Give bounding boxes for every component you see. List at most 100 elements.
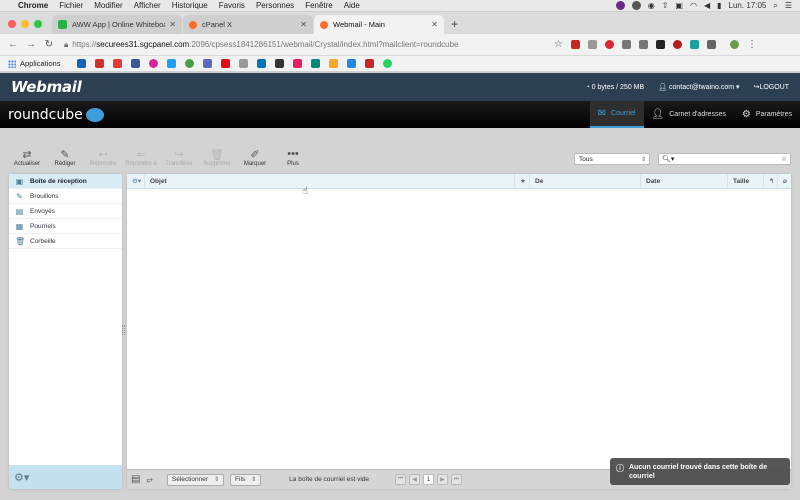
folder-trash[interactable]: 🗑︎ Corbeille	[9, 234, 122, 249]
threads-menu-button[interactable]: Fils ⇕	[230, 473, 262, 486]
extension-icon[interactable]	[621, 40, 631, 49]
clear-search-icon[interactable]: ⊗	[781, 155, 787, 163]
minimize-window-button[interactable]	[21, 20, 29, 28]
tray-app-icon[interactable]	[631, 1, 641, 10]
nav-parametres[interactable]: ⚙ Paramètres	[734, 101, 800, 128]
back-arrow-icon[interactable]: ←	[6, 39, 20, 50]
pinterest-icon[interactable]	[604, 40, 614, 49]
twitter-icon[interactable]	[167, 59, 177, 68]
bookmark-icon[interactable]	[329, 59, 339, 68]
extension-icon[interactable]	[672, 40, 682, 49]
menu-afficher[interactable]: Afficher	[134, 1, 161, 10]
bookmark-icon[interactable]	[185, 59, 195, 68]
clock-text[interactable]: Lun. 17:05	[729, 1, 767, 10]
attachment-icon[interactable]: ⌀	[778, 174, 791, 189]
translate-icon[interactable]	[203, 59, 213, 68]
more-button[interactable]: ••• Plus	[274, 148, 312, 172]
notification-toast[interactable]: ⓘ Aucun courriel trouvé dans cette boîte…	[610, 458, 790, 485]
address-bar[interactable]: 🔒︎ https://securees31.sgcpanel.com:2096/…	[60, 37, 554, 53]
youtube-icon[interactable]	[113, 59, 123, 68]
tray-app-icon[interactable]	[615, 1, 625, 10]
roundcube-logo[interactable]: roundcube	[8, 107, 104, 123]
column-size[interactable]: Taille	[728, 173, 764, 189]
menu-personnes[interactable]: Personnes	[256, 1, 294, 10]
flag-icon[interactable]: ▮	[717, 1, 721, 10]
folder-drafts[interactable]: ✎ Brouillons	[9, 189, 122, 204]
profile-avatar-icon[interactable]	[729, 40, 739, 49]
bookmark-icon[interactable]	[239, 59, 249, 68]
page-number-input[interactable]: 1	[423, 474, 435, 485]
reply-all-button[interactable]: ⇐ Répondre à	[122, 148, 160, 172]
tab-close-icon[interactable]: ✕	[431, 20, 438, 29]
refresh-button[interactable]: ⇄ Actualiser	[8, 148, 46, 172]
wifi-icon[interactable]: ◠	[690, 1, 697, 10]
tab-close-icon[interactable]: ✕	[300, 20, 307, 29]
list-options-gear-icon[interactable]: ⚙▾	[127, 173, 145, 189]
first-page-icon[interactable]: ⏮	[395, 474, 407, 485]
gear-icon[interactable]: ⚙▾	[14, 471, 29, 484]
extension-icon[interactable]	[638, 40, 648, 49]
reply-button[interactable]: ↩ Répondre	[84, 148, 122, 172]
facebook-icon[interactable]	[131, 59, 141, 68]
tab-close-icon[interactable]: ✕	[169, 20, 176, 29]
list-view-icon[interactable]: ▤	[131, 474, 140, 485]
zoom-window-button[interactable]	[34, 20, 42, 28]
new-tab-button[interactable]: +	[445, 17, 466, 34]
slack-icon[interactable]	[293, 59, 303, 68]
extension-icon[interactable]	[689, 40, 699, 49]
folder-junk[interactable]: ▦ Pourriels	[9, 219, 122, 234]
delete-button[interactable]: 🗑︎ Supprimer	[198, 148, 236, 172]
last-page-icon[interactable]: ⏭	[451, 474, 463, 485]
column-date[interactable]: Date	[641, 173, 728, 189]
forward-arrow-icon[interactable]: →	[24, 39, 38, 50]
bookmark-icon[interactable]	[365, 59, 375, 68]
volume-icon[interactable]: ◀	[704, 1, 710, 10]
webmail-logo[interactable]: Webmail	[11, 78, 82, 96]
menu-fichier[interactable]: Fichier	[59, 1, 83, 10]
column-subject[interactable]: Objet	[145, 173, 515, 189]
mark-button[interactable]: ✐ Marquer	[236, 148, 274, 172]
whatsapp-icon[interactable]	[383, 59, 393, 68]
pane-resize-handle[interactable]	[122, 325, 125, 335]
extension-icon[interactable]	[570, 40, 580, 49]
thread-icon[interactable]: ⥂	[146, 475, 152, 485]
menu-fenetre[interactable]: Fenêtre	[305, 1, 333, 10]
search-icon[interactable]: ⌕	[773, 1, 777, 11]
folder-sent[interactable]: ▤ Envoyés	[9, 204, 122, 219]
menu-historique[interactable]: Historique	[172, 1, 208, 10]
apps-shortcut[interactable]: Applications	[8, 59, 60, 68]
linkedin-icon[interactable]	[257, 59, 267, 68]
next-page-icon[interactable]: ▶	[437, 474, 449, 485]
tab-aww-app[interactable]: AWW App | Online Whiteboard ✕	[52, 15, 182, 34]
more-menu-icon[interactable]: ⋮	[747, 39, 757, 50]
mail-search-input[interactable]: 🔍︎▾ ⊗	[658, 153, 791, 165]
extension-icon[interactable]	[706, 40, 716, 49]
close-window-button[interactable]	[8, 20, 16, 28]
list-icon[interactable]: ☰	[785, 1, 792, 10]
lock-icon[interactable]: 🔒︎	[64, 40, 68, 50]
tab-cpanel[interactable]: cPanel X ✕	[183, 15, 313, 34]
reply-status-icon[interactable]: ↰	[764, 173, 778, 189]
upload-icon[interactable]: ⇧	[662, 1, 669, 10]
bookmark-icon[interactable]	[347, 59, 357, 68]
bookmark-icon[interactable]	[311, 59, 321, 68]
flag-star-icon[interactable]: ★	[515, 173, 530, 189]
column-from[interactable]: De	[530, 173, 641, 189]
bookmark-icon[interactable]	[77, 59, 87, 68]
bookmark-icon[interactable]	[95, 59, 105, 68]
folder-inbox[interactable]: ▣ Boîte de réception	[9, 174, 122, 189]
tab-webmail[interactable]: Webmail - Main ✕	[314, 15, 444, 34]
instagram-icon[interactable]	[149, 59, 159, 68]
prev-page-icon[interactable]: ◀	[409, 474, 421, 485]
bookmark-star-icon[interactable]: ☆	[554, 39, 563, 50]
search-icon[interactable]: 🔍︎▾	[662, 155, 674, 163]
extension-icon[interactable]	[655, 40, 665, 49]
bookmark-icon[interactable]	[275, 59, 285, 68]
logout-button[interactable]: ↪LOGOUT	[754, 83, 789, 91]
tray-icon[interactable]: ◉	[648, 1, 655, 10]
menu-aide[interactable]: Aide	[344, 1, 360, 10]
menu-favoris[interactable]: Favoris	[219, 1, 245, 10]
account-menu[interactable]: 👤︎ contact@twaino.com ▾	[658, 83, 739, 91]
nav-carnet-adresses[interactable]: 👤︎ Carnet d'adresses	[644, 101, 734, 128]
netflix-icon[interactable]	[221, 59, 231, 68]
